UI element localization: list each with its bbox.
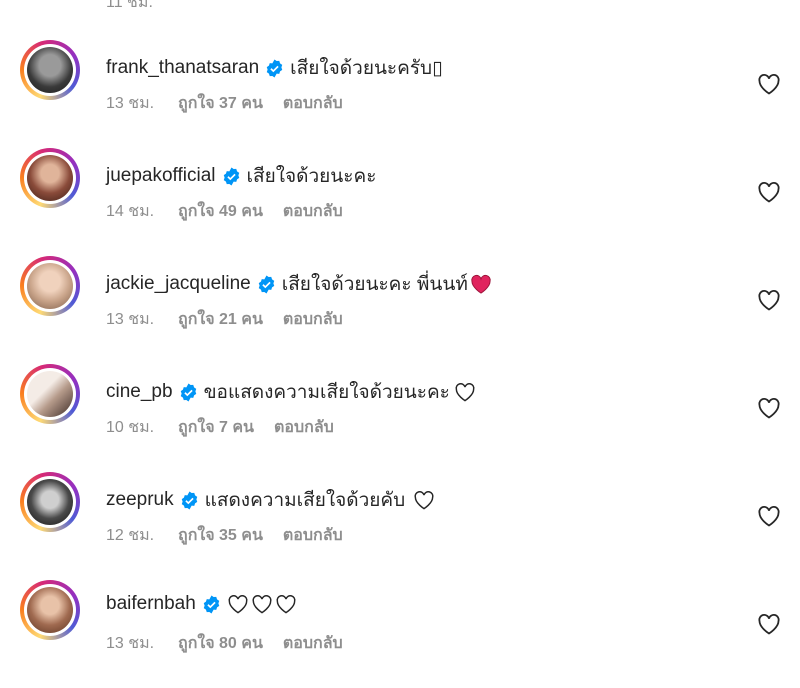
comment-likes[interactable]: ถูกใจ 80 คน — [178, 631, 263, 656]
avatar[interactable] — [20, 364, 80, 424]
avatar[interactable] — [20, 256, 80, 316]
comment-username[interactable]: frank_thanatsaran — [106, 57, 259, 79]
reply-button[interactable]: ตอบกลับ — [283, 91, 343, 116]
comment-item: cine_pb ขอแสดงความเสียใจด้วยนะคะ 10 ชม. … — [0, 364, 800, 472]
like-heart-icon[interactable] — [757, 505, 781, 527]
comment-likes[interactable]: ถูกใจ 21 คน — [178, 307, 263, 332]
like-heart-icon[interactable] — [757, 181, 781, 203]
verified-badge-icon — [181, 490, 197, 510]
comment-username[interactable]: zeepruk — [106, 489, 174, 511]
verified-badge-icon — [266, 58, 283, 78]
comment-username[interactable]: juepakofficial — [106, 165, 216, 187]
reply-button[interactable]: ตอบกลับ — [283, 523, 343, 548]
white-heart-emoji-icon — [228, 595, 248, 614]
comment-item: jackie_jacqueline เสียใจด้วยนะคะ พี่นนท์… — [0, 256, 800, 364]
like-heart-icon[interactable] — [757, 289, 781, 311]
comment-item: frank_thanatsaran เสียใจด้วยนะครับ▯ 13 ช… — [0, 40, 800, 148]
comment-text: แสดงความเสียใจด้วยคับ — [204, 490, 406, 511]
white-heart-emoji-icon — [455, 383, 475, 402]
comment-time[interactable]: 10 ชม. — [106, 415, 178, 440]
comment-item: juepakofficial เสียใจด้วยนะคะ 14 ชม. ถูก… — [0, 148, 800, 256]
reply-button[interactable]: ตอบกลับ — [283, 199, 343, 224]
comment-likes[interactable]: ถูกใจ 37 คน — [178, 91, 263, 116]
red-heart-emoji-icon — [471, 274, 491, 294]
comment-username[interactable]: baifernbah — [106, 593, 196, 615]
comment-item: zeepruk แสดงความเสียใจด้วยคับ 12 ชม. ถูก… — [0, 472, 800, 580]
white-heart-emoji-icon — [252, 595, 272, 614]
previous-comment-time: 11 ชม. — [106, 0, 153, 11]
comment-username[interactable]: jackie_jacqueline — [106, 273, 251, 295]
comment-text: เสียใจด้วยนะคะ — [246, 166, 377, 187]
comment-item: baifernbah 13 ชม. ถูกใจ 80 คน ตอบกลับ — [0, 580, 800, 688]
like-heart-icon[interactable] — [757, 73, 781, 95]
comment-time[interactable]: 13 ชม. — [106, 91, 178, 116]
avatar[interactable] — [20, 40, 80, 100]
verified-badge-icon — [223, 166, 239, 186]
avatar[interactable] — [20, 580, 80, 640]
reply-button[interactable]: ตอบกลับ — [274, 415, 334, 440]
verified-badge-icon — [203, 594, 220, 614]
comment-username[interactable]: cine_pb — [106, 381, 173, 403]
avatar[interactable] — [20, 472, 80, 532]
white-heart-emoji-icon — [276, 595, 296, 614]
comment-likes[interactable]: ถูกใจ 35 คน — [178, 523, 263, 548]
reply-button[interactable]: ตอบกลับ — [283, 307, 343, 332]
comment-time[interactable]: 13 ชม. — [106, 631, 178, 656]
comment-time[interactable]: 13 ชม. — [106, 307, 178, 332]
comment-time[interactable]: 12 ชม. — [106, 523, 178, 548]
like-heart-icon[interactable] — [757, 397, 781, 419]
comment-time[interactable]: 14 ชม. — [106, 199, 178, 224]
comment-text: เสียใจด้วยนะคะ พี่นนท์ — [281, 274, 468, 295]
verified-badge-icon — [180, 382, 196, 402]
white-heart-emoji-icon — [414, 491, 434, 510]
comment-text: เสียใจด้วยนะครับ▯ — [290, 58, 443, 79]
comment-likes[interactable]: ถูกใจ 49 คน — [178, 199, 263, 224]
like-heart-icon[interactable] — [757, 613, 781, 635]
comment-likes[interactable]: ถูกใจ 7 คน — [178, 415, 254, 440]
comment-text: ขอแสดงความเสียใจด้วยนะคะ — [203, 382, 450, 403]
verified-badge-icon — [258, 274, 274, 294]
avatar[interactable] — [20, 148, 80, 208]
reply-button[interactable]: ตอบกลับ — [283, 631, 343, 656]
